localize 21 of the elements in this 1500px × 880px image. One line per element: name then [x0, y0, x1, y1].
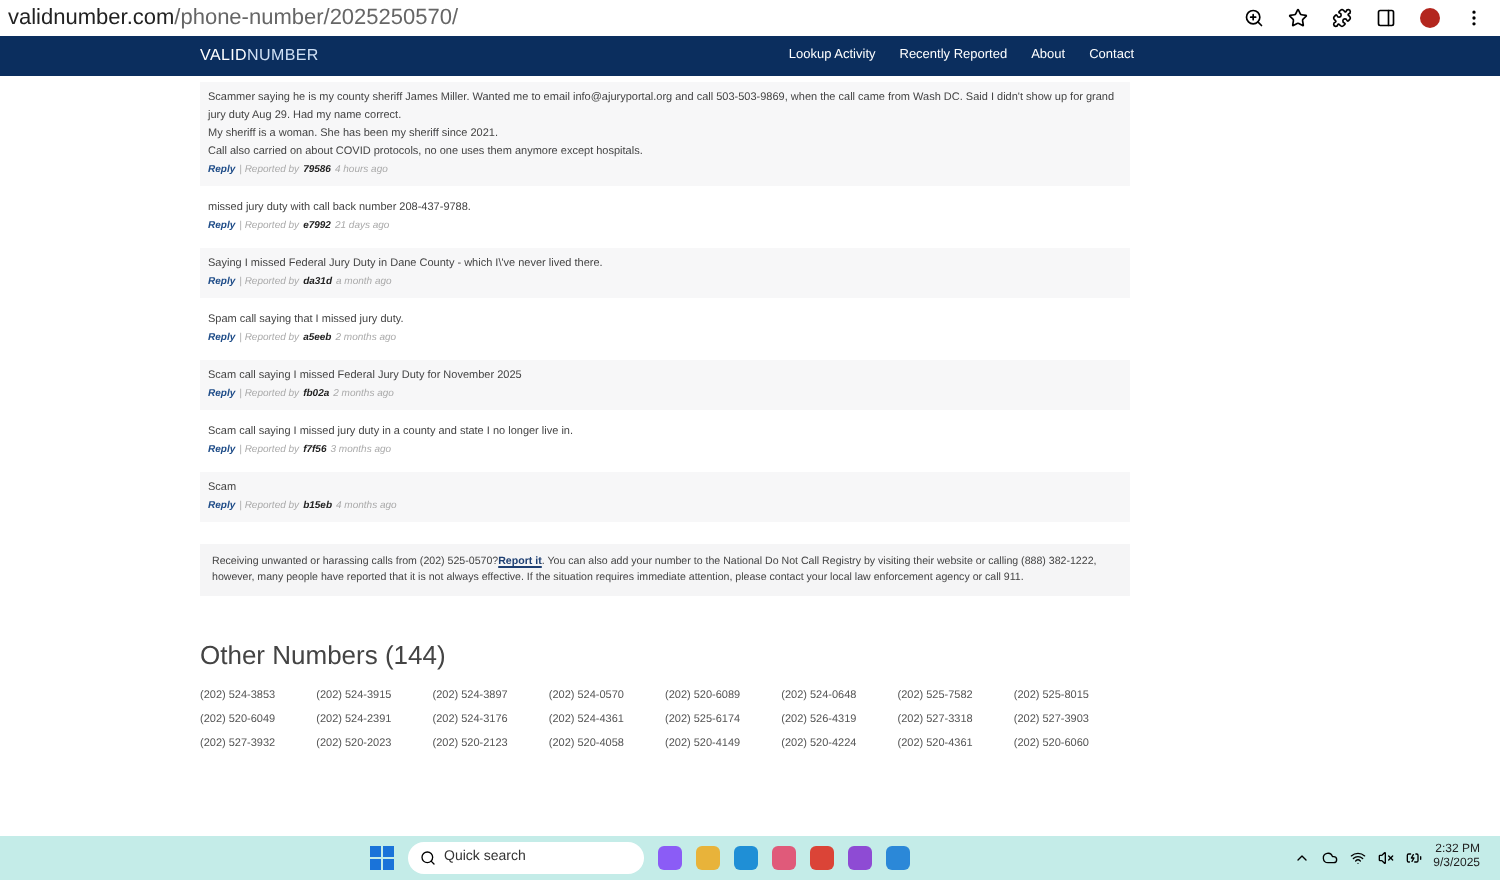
taskbar-app-icon[interactable]: [772, 846, 796, 870]
side-panel-icon[interactable]: [1376, 8, 1396, 28]
taskbar-app-icon[interactable]: [848, 846, 872, 870]
taskbar-app-icon[interactable]: [734, 846, 758, 870]
windows-start-icon[interactable]: [370, 846, 394, 870]
taskbar-app-icon[interactable]: [810, 846, 834, 870]
zoom-icon[interactable]: [1244, 8, 1264, 28]
profile-avatar[interactable]: [1420, 8, 1440, 28]
extensions-icon[interactable]: [1332, 8, 1352, 28]
chevron-up-icon[interactable]: [1293, 850, 1310, 866]
address-bar-url[interactable]: validnumber.com/phone-number/2025250570/: [8, 1, 459, 35]
muted-speaker-icon[interactable]: [1377, 850, 1394, 866]
bookmark-star-icon[interactable]: [1288, 8, 1308, 28]
battery-icon[interactable]: [1405, 850, 1422, 866]
search-icon: [420, 850, 436, 866]
cloud-icon[interactable]: [1321, 850, 1338, 866]
site-logo[interactable]: VALIDNUMBER: [200, 44, 319, 68]
section-heading: Other Numbers (144): [200, 638, 448, 674]
taskbar-app-icon[interactable]: [658, 846, 682, 870]
wifi-icon[interactable]: [1349, 850, 1366, 866]
taskbar-app-icon[interactable]: [886, 846, 910, 870]
